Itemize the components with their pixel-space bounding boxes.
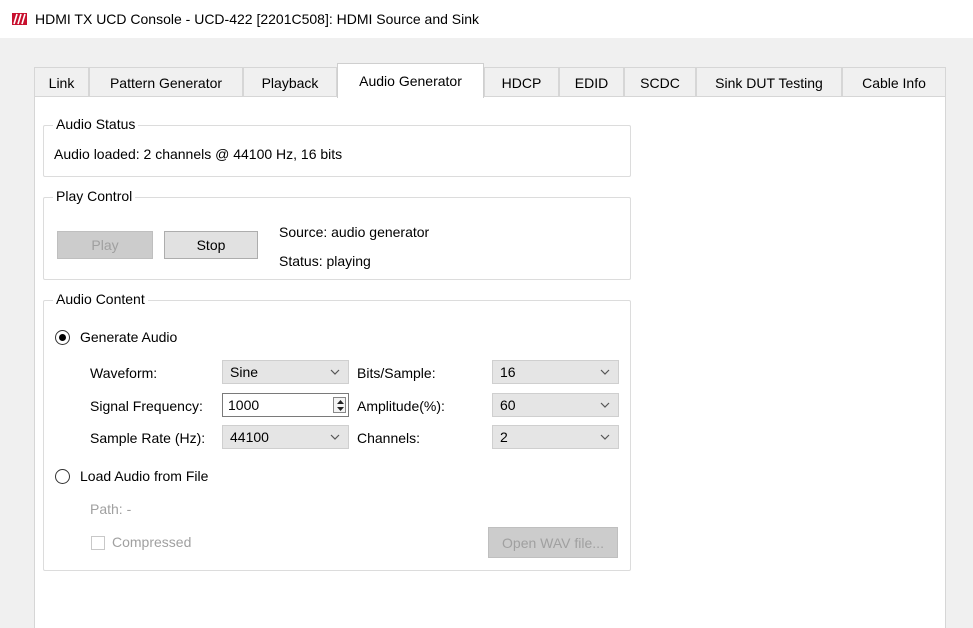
- play-control-title: Play Control: [53, 188, 136, 204]
- waveform-value: Sine: [230, 364, 259, 380]
- app-logo-icon: [12, 13, 27, 25]
- audio-content-group: Audio Content Generate Audio Waveform: S…: [43, 291, 631, 571]
- tab-hdcp[interactable]: HDCP: [484, 67, 559, 97]
- title-bar: HDMI TX UCD Console - UCD-422 [2201C508]…: [0, 0, 973, 38]
- channels-select[interactable]: 2: [492, 425, 619, 449]
- audio-status-group: Audio Status Audio loaded: 2 channels @ …: [43, 116, 631, 177]
- chevron-down-icon: [600, 369, 610, 375]
- waveform-select[interactable]: Sine: [222, 360, 349, 384]
- signal-frequency-value: 1000: [228, 397, 260, 413]
- path-text: Path: -: [90, 501, 132, 517]
- source-text: Source: audio generator: [279, 224, 430, 240]
- tab-edid[interactable]: EDID: [559, 67, 624, 97]
- spin-arrows-icon[interactable]: [333, 397, 346, 413]
- generate-audio-radio[interactable]: [55, 330, 70, 345]
- amplitude-label: Amplitude(%):: [357, 398, 445, 414]
- bits-per-sample-label: Bits/Sample:: [357, 365, 436, 381]
- signal-frequency-stepper[interactable]: 1000: [222, 393, 349, 417]
- tab-scdc[interactable]: SCDC: [624, 67, 696, 97]
- channels-label: Channels:: [357, 430, 421, 446]
- audio-status-title: Audio Status: [53, 116, 139, 132]
- audio-loaded-text: Audio loaded: 2 channels @ 44100 Hz, 16 …: [54, 146, 343, 162]
- tab-audio-generator[interactable]: Audio Generator: [337, 63, 484, 98]
- chevron-down-icon: [600, 402, 610, 408]
- tab-playback[interactable]: Playback: [243, 67, 337, 97]
- load-audio-from-file-radio[interactable]: [55, 469, 70, 484]
- tab-sink-dut-testing[interactable]: Sink DUT Testing: [696, 67, 842, 97]
- chevron-down-icon: [330, 369, 340, 375]
- tab-cable-info[interactable]: Cable Info: [842, 67, 946, 97]
- sample-rate-select[interactable]: 44100: [222, 425, 349, 449]
- sample-rate-label: Sample Rate (Hz):: [90, 430, 206, 446]
- generate-audio-label[interactable]: Generate Audio: [80, 329, 177, 345]
- amplitude-value: 60: [500, 397, 516, 413]
- window-title: HDMI TX UCD Console - UCD-422 [2201C508]…: [35, 11, 480, 27]
- sample-rate-value: 44100: [230, 429, 269, 445]
- audio-content-title: Audio Content: [53, 291, 148, 307]
- compressed-label: Compressed: [112, 534, 192, 550]
- play-control-group: Play Control Play Stop Source: audio gen…: [43, 188, 631, 280]
- waveform-label: Waveform:: [90, 365, 158, 381]
- bits-per-sample-select[interactable]: 16: [492, 360, 619, 384]
- tab-pattern-generator[interactable]: Pattern Generator: [89, 67, 243, 97]
- signal-frequency-label: Signal Frequency:: [90, 398, 203, 414]
- open-wav-file-button[interactable]: Open WAV file...: [488, 527, 618, 558]
- radio-selected-dot: [59, 334, 66, 341]
- load-audio-from-file-label[interactable]: Load Audio from File: [80, 468, 208, 484]
- chevron-down-icon: [330, 434, 340, 440]
- status-text: Status: playing: [279, 253, 371, 269]
- compressed-checkbox[interactable]: [91, 536, 105, 550]
- channels-value: 2: [500, 429, 508, 445]
- chevron-down-icon: [600, 434, 610, 440]
- audio-generator-panel: Audio Status Audio loaded: 2 channels @ …: [34, 96, 946, 628]
- play-button[interactable]: Play: [57, 231, 153, 259]
- stop-button[interactable]: Stop: [164, 231, 258, 259]
- amplitude-select[interactable]: 60: [492, 393, 619, 417]
- tab-link[interactable]: Link: [34, 67, 89, 97]
- bits-per-sample-value: 16: [500, 364, 516, 380]
